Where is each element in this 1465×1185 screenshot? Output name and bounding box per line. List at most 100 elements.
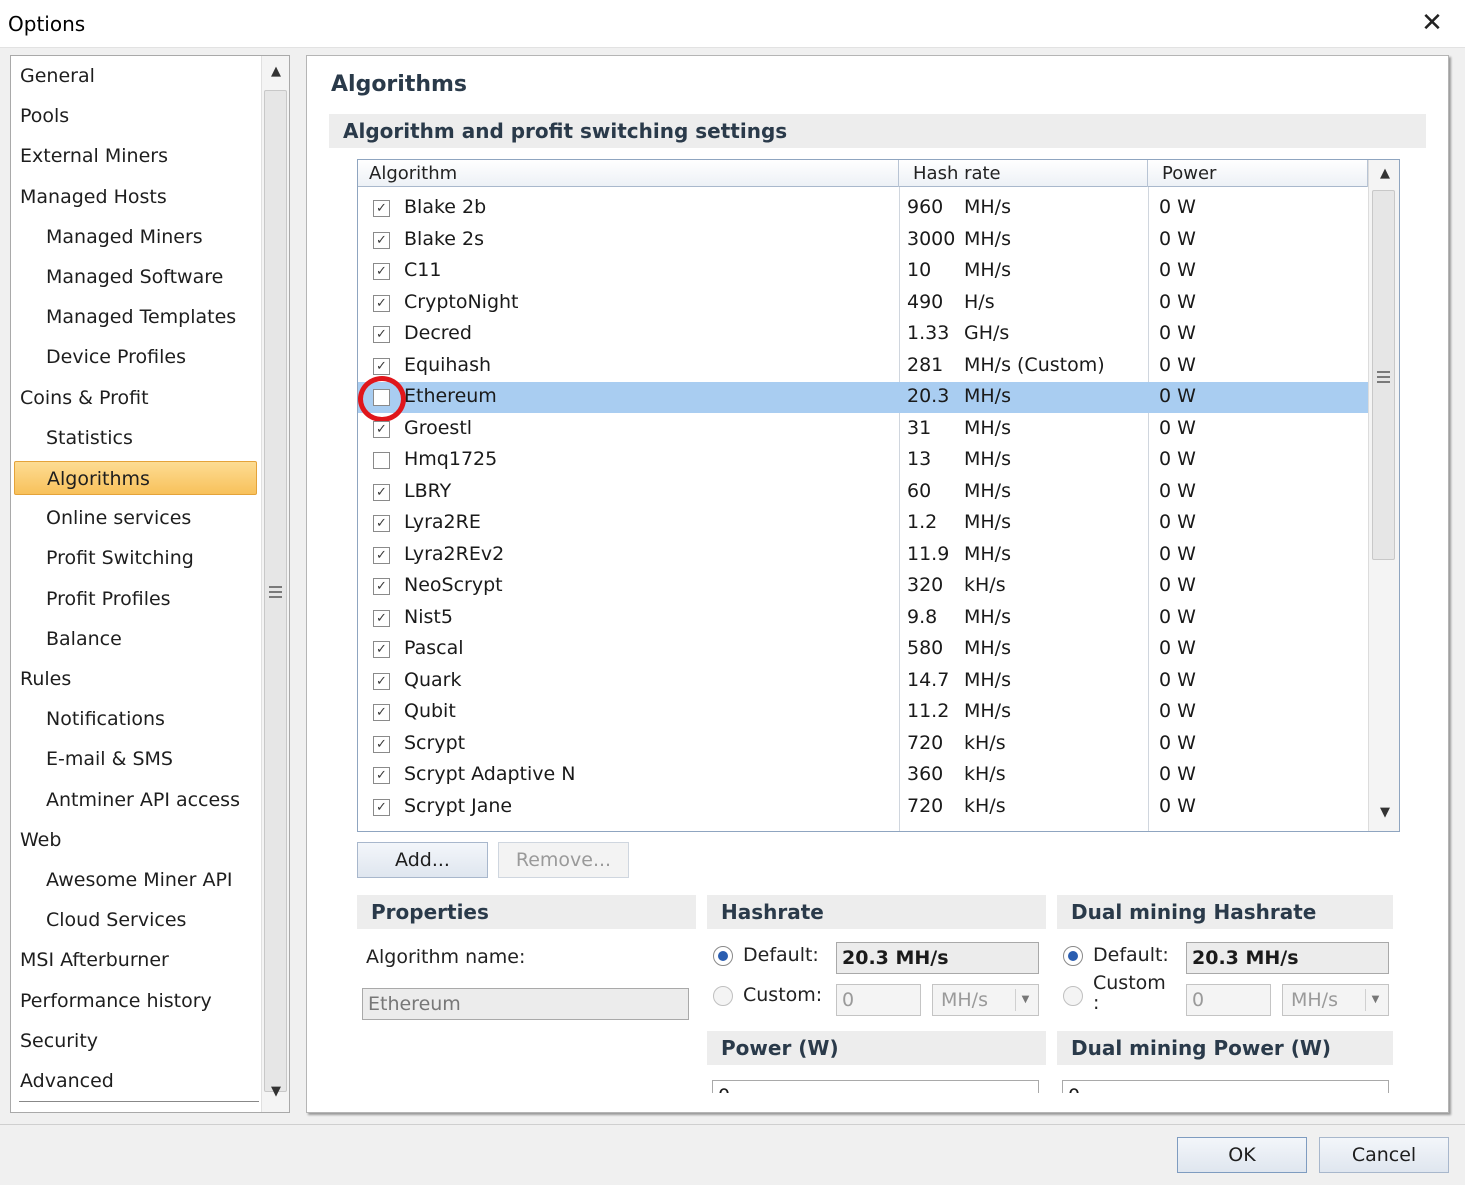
table-row[interactable]: Ethereum 20.3 MH/s 0 W [358, 376, 1368, 422]
hashrate-unit-cell: MH/s [964, 605, 1011, 628]
table-row[interactable]: ✓ Qubit 11.2 MH/s 0 W [358, 697, 1368, 728]
dual-hashrate-default-radio[interactable] [1063, 946, 1083, 966]
nav-item-general[interactable]: General [11, 59, 95, 93]
column-header-hashrate[interactable]: Hash rate [899, 160, 1148, 187]
nav-item-msi-afterburner[interactable]: MSI Afterburner [11, 943, 169, 977]
nav-item-balance[interactable]: Balance [11, 622, 122, 656]
add-button[interactable]: Add... [357, 842, 488, 878]
ok-button[interactable]: OK [1177, 1137, 1307, 1173]
nav-item-profit-switching[interactable]: Profit Switching [11, 541, 194, 575]
cancel-button[interactable]: Cancel [1319, 1137, 1449, 1173]
power-cell: 0 W [1159, 668, 1196, 691]
table-row[interactable]: ✓ Nist5 9.8 MH/s 0 W [358, 603, 1368, 634]
nav-item-managed-miners[interactable]: Managed Miners [11, 220, 203, 254]
table-row[interactable]: ✓ LBRY 60 MH/s 0 W [358, 477, 1368, 508]
dual-hashrate-default-field[interactable]: 20.3 MH/s [1186, 942, 1389, 974]
scroll-up-icon[interactable]: ▲ [1375, 166, 1395, 186]
grid-scroll-thumb[interactable] [1372, 190, 1395, 560]
hashrate-default-field[interactable]: 20.3 MH/s [836, 942, 1039, 974]
enable-checkbox-decred[interactable]: ✓ [373, 326, 390, 343]
enable-checkbox-equihash[interactable]: ✓ [373, 357, 390, 375]
nav-item-external-miners[interactable]: External Miners [11, 139, 168, 173]
enable-checkbox-scrypt-adaptive-n[interactable]: ✓ [373, 767, 390, 784]
table-row[interactable]: ✓ Equihash 281 MH/s (Custom) 0 W [358, 351, 1368, 382]
enable-checkbox-neoscrypt[interactable]: ✓ [373, 578, 390, 595]
enable-checkbox-qubit[interactable]: ✓ [373, 704, 390, 721]
scroll-down-icon[interactable]: ▼ [266, 1084, 286, 1104]
table-row[interactable]: ✓ CryptoNight 490 H/s 0 W [358, 288, 1368, 319]
table-row[interactable]: ✓ Blake 2s 3000 MH/s 0 W [358, 225, 1368, 256]
enable-checkbox-blake-2s[interactable]: ✓ [373, 231, 390, 249]
nav-item-coins-profit[interactable]: Coins & Profit [11, 381, 149, 415]
hashrate-default-radio[interactable] [713, 946, 733, 966]
table-row[interactable]: ✓ Pascal 580 MH/s 0 W [358, 634, 1368, 665]
scroll-down-icon[interactable]: ▼ [1375, 805, 1395, 825]
enable-checkbox-cryptonight[interactable]: ✓ [373, 294, 390, 312]
dual-hashrate-custom-radio[interactable] [1063, 986, 1083, 1006]
enable-checkbox-nist5[interactable]: ✓ [373, 609, 390, 627]
table-row[interactable]: ✓ Scrypt 720 kH/s 0 W [358, 729, 1368, 760]
nav-item-advanced[interactable]: Advanced [11, 1064, 114, 1098]
nav-scrollbar[interactable]: ▲ ▼ [261, 56, 289, 1112]
enable-checkbox-lyra2re[interactable]: ✓ [373, 515, 390, 532]
enable-checkbox-groestl[interactable]: ✓ [373, 420, 390, 438]
table-row[interactable]: ✓ Quark 14.7 MH/s 0 W [358, 666, 1368, 697]
nav-item-profit-profiles[interactable]: Profit Profiles [11, 582, 171, 616]
hashrate-unit-select[interactable]: MH/s ▼ [932, 984, 1039, 1016]
power-cell: 0 W [1159, 794, 1196, 817]
nav-item-awesome-miner-api[interactable]: Awesome Miner API [11, 863, 233, 897]
grid-scrollbar[interactable]: ▲ ▼ [1368, 160, 1399, 831]
enable-checkbox-quark[interactable]: ✓ [373, 672, 390, 690]
nav-item-pools[interactable]: Pools [11, 99, 69, 133]
nav-item-online-services[interactable]: Online services [11, 501, 191, 535]
enable-checkbox-blake-2b[interactable]: ✓ [373, 200, 390, 217]
power-cell: 0 W [1159, 385, 1196, 407]
table-row[interactable]: ✓ NeoScrypt 320 kH/s 0 W [358, 571, 1368, 602]
table-row[interactable]: ✓ Groestl 31 MH/s 0 W [358, 414, 1368, 445]
nav-item-notifications[interactable]: Notifications [11, 702, 165, 736]
enable-checkbox-pascal[interactable]: ✓ [373, 641, 390, 658]
enable-checkbox-lbry[interactable]: ✓ [373, 483, 390, 501]
remove-button[interactable]: Remove... [498, 842, 629, 878]
nav-item-web[interactable]: Web [11, 823, 61, 857]
enable-checkbox-c11[interactable]: ✓ [373, 263, 390, 280]
nav-item-algorithms[interactable]: Algorithms [14, 461, 257, 495]
table-row[interactable]: ✓ C11 10 MH/s 0 W [358, 256, 1368, 287]
nav-item-managed-templates[interactable]: Managed Templates [11, 300, 236, 334]
enable-checkbox-hmq1725[interactable] [373, 452, 390, 469]
algorithm-name-field[interactable]: Ethereum [362, 988, 689, 1020]
hashrate-unit-cell: kH/s [964, 794, 1006, 817]
nav-item-rules[interactable]: Rules [11, 662, 71, 696]
table-row[interactable]: ✓ Scrypt Adaptive N 360 kH/s 0 W [358, 760, 1368, 791]
nav-item-managed-software[interactable]: Managed Software [11, 260, 223, 294]
dual-hashrate-unit-select[interactable]: MH/s ▼ [1282, 984, 1389, 1016]
column-header-algorithm[interactable]: Algorithm [358, 160, 899, 187]
table-row[interactable]: ✓ Lyra2RE 1.2 MH/s 0 W [358, 508, 1368, 539]
nav-item-cloud-services[interactable]: Cloud Services [11, 903, 186, 937]
table-row[interactable]: ✓ Blake 2b 960 MH/s 0 W [358, 193, 1368, 224]
nav-item-managed-hosts[interactable]: Managed Hosts [11, 180, 167, 214]
table-row[interactable]: Hmq1725 13 MH/s 0 W [358, 445, 1368, 476]
table-row[interactable]: ✓ Decred 1.33 GH/s 0 W [358, 319, 1368, 350]
chevron-down-icon[interactable]: ▼ [1015, 989, 1035, 1011]
column-header-power[interactable]: Power [1148, 160, 1368, 187]
enable-checkbox-lyra2rev2[interactable]: ✓ [373, 546, 390, 564]
nav-item-statistics[interactable]: Statistics [11, 421, 133, 455]
nav-scroll-thumb[interactable] [264, 90, 287, 1092]
nav-item-security[interactable]: Security [11, 1024, 98, 1058]
hashrate-custom-field[interactable]: 0 [836, 984, 921, 1016]
enable-checkbox-scrypt[interactable]: ✓ [373, 735, 390, 753]
table-row[interactable]: ✓ Scrypt Jane 720 kH/s 0 W [358, 792, 1368, 823]
nav-item-antminer-api-access[interactable]: Antminer API access [11, 783, 240, 817]
nav-item-performance-history[interactable]: Performance history [11, 984, 212, 1018]
dual-hashrate-custom-field[interactable]: 0 [1186, 984, 1271, 1016]
hashrate-custom-radio[interactable] [713, 986, 733, 1006]
nav-item-e-mail-sms[interactable]: E-mail & SMS [11, 742, 173, 776]
nav-item-device-profiles[interactable]: Device Profiles [11, 340, 186, 374]
scroll-up-icon[interactable]: ▲ [266, 64, 286, 84]
close-icon[interactable]: ✕ [1417, 8, 1447, 38]
enable-checkbox-scrypt-jane[interactable]: ✓ [373, 798, 390, 816]
chevron-down-icon[interactable]: ▼ [1365, 989, 1385, 1011]
hashrate-unit-cell: kH/s [964, 763, 1006, 785]
table-row[interactable]: ✓ Lyra2REv2 11.9 MH/s 0 W [358, 540, 1368, 571]
